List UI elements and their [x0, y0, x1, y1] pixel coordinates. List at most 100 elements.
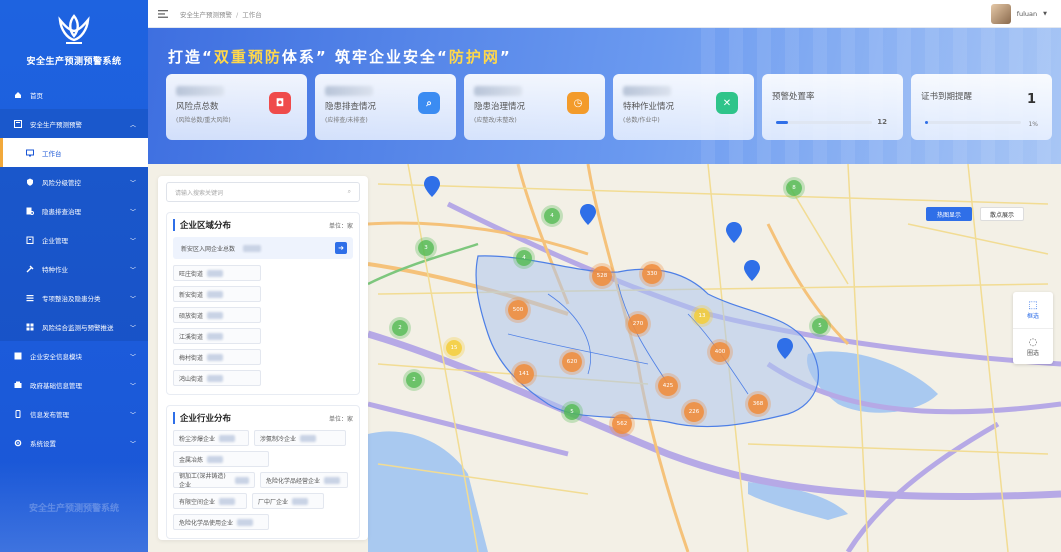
tag-label: 厂中厂企业 — [258, 498, 289, 506]
stat-card-warning-rate[interactable]: 预警处置率 12 — [762, 74, 903, 140]
sidebar-item-hazard[interactable]: 隐患排查治理 ﹀ — [0, 196, 148, 225]
tag-label: 钢加工(深井铸造)企业 — [179, 473, 226, 489]
map-cluster-marker[interactable]: 330 — [642, 264, 662, 284]
sidebar-item-label: 系统设置 — [30, 439, 56, 448]
arrow-right-icon[interactable]: ➜ — [335, 242, 347, 254]
sidebar-item-special-rectify[interactable]: 专项整治及隐患分类 ﹀ — [0, 283, 148, 312]
map-cluster-marker[interactable]: 2 — [406, 372, 422, 388]
map-cluster-marker[interactable]: 400 — [710, 342, 730, 362]
blurred-value — [237, 518, 254, 526]
sidebar-group-prediction: 安全生产预测预警 ︿ 工作台 风险分级管控 ﹀ 隐患排查治理 ﹀ 企业管理 ﹀ … — [0, 109, 148, 341]
filter-tag[interactable]: 粉尘涉爆企业 — [173, 430, 249, 446]
sidebar-item-label: 信息发布管理 — [30, 410, 69, 419]
sidebar-item-workbench[interactable]: 工作台 — [0, 138, 148, 167]
map-cluster-marker[interactable]: 3 — [418, 240, 434, 256]
chevron-down-icon: ﹀ — [129, 238, 136, 245]
filter-tag[interactable]: 涉氨制冷企业 — [254, 430, 346, 446]
blurred-value — [219, 434, 236, 442]
search-input[interactable]: 请输入搜索关键词 ⌕ — [166, 182, 360, 202]
section-title: 企业区域分布 — [173, 219, 231, 231]
sidebar-item-publish[interactable]: 信息发布管理 ﹀ — [0, 399, 148, 428]
region-section: 企业区域分布 单位：家 新安区入网企业总数 ➜ 旺庄街道 新安街道 硕放街道 江溪街道… — [166, 212, 360, 395]
filter-tag[interactable]: 危险化学品经营企业 — [260, 472, 348, 488]
sidebar-item-prediction[interactable]: 安全生产预测预警 ︿ — [0, 109, 148, 138]
info-icon — [14, 352, 22, 360]
building-icon — [26, 236, 34, 244]
map-cluster-marker[interactable]: 5 — [564, 404, 580, 420]
map-cluster-marker[interactable]: 13 — [694, 308, 710, 324]
map-cluster-marker[interactable]: 15 — [446, 340, 462, 356]
location-pin-icon — [744, 260, 760, 281]
region-total-row[interactable]: 新安区入网企业总数 ➜ — [173, 237, 353, 259]
map-cluster-marker[interactable]: 8 — [786, 180, 802, 196]
desk-icon — [26, 149, 34, 157]
chevron-down-icon: ﹀ — [129, 412, 136, 419]
filter-tag[interactable]: 硕放街道 — [173, 307, 261, 323]
tool-icon — [26, 265, 34, 273]
sidebar-item-enterprise-info[interactable]: 企业安全信息模块 ﹀ — [0, 341, 148, 370]
filter-tag[interactable]: 新安街道 — [173, 286, 261, 302]
map-cluster-marker[interactable]: 620 — [562, 352, 582, 372]
stat-card-risk[interactable]: 风险点总数 (风险总数/重大风险) ◘ — [166, 74, 307, 140]
sidebar-item-enterprise[interactable]: 企业管理 ﹀ — [0, 225, 148, 254]
sidebar-item-special-work[interactable]: 特种作业 ﹀ — [0, 254, 148, 283]
phone-icon — [14, 409, 22, 418]
sidebar-item-home[interactable]: 首页 — [0, 80, 148, 109]
filter-tag[interactable]: 金属冶炼 — [173, 451, 269, 467]
filter-tag[interactable]: 梅村街道 — [173, 349, 261, 365]
map-cluster-marker[interactable]: 562 — [612, 414, 632, 434]
map-cluster-marker[interactable]: 500 — [508, 300, 528, 320]
map-cluster-marker[interactable]: 4 — [516, 250, 532, 266]
map-cluster-marker[interactable]: 5 — [812, 318, 828, 334]
chevron-down-icon: ﹀ — [129, 441, 136, 448]
radar-icon — [26, 323, 34, 331]
top-header: 安全生产预测预警 / 工作台 fuluan ▼ — [148, 0, 1061, 28]
map-cluster-marker[interactable]: 141 — [514, 364, 534, 384]
menu-toggle-icon[interactable] — [158, 9, 168, 18]
filter-tag[interactable]: 鸿山街道 — [173, 370, 261, 386]
location-pin-icon — [726, 222, 742, 243]
user-menu[interactable]: fuluan ▼ — [990, 4, 1047, 24]
stat-sub: (风险总数/重大风险) — [176, 117, 231, 124]
stat-title: 证书到期提醒 — [921, 92, 973, 102]
map-cluster-marker[interactable]: 226 — [684, 402, 704, 422]
map-cluster-marker[interactable]: 528 — [592, 266, 612, 286]
map-cluster-marker[interactable]: 368 — [748, 394, 768, 414]
blurred-value — [292, 497, 309, 505]
stat-card-inspect[interactable]: 隐患排查情况 (应排查/未排查) ⌕ — [315, 74, 456, 140]
tag-label: 危险化学品使用企业 — [179, 519, 234, 527]
tag-label: 江溪街道 — [179, 333, 204, 341]
tag-label: 旺庄街道 — [179, 270, 204, 278]
blurred-value — [207, 455, 224, 463]
sidebar-item-label: 企业安全信息模块 — [30, 352, 82, 361]
stat-card-cert-expire[interactable]: 证书到期提醒 1 1% — [911, 74, 1052, 140]
filter-tag[interactable]: 钢加工(深井铸造)企业 — [173, 472, 255, 489]
stat-card-fix[interactable]: 隐患治理情况 (应整改/未整改) ◷ — [464, 74, 605, 140]
map-cluster-marker[interactable]: 2 — [392, 320, 408, 336]
filter-tag[interactable]: 有限空间企业 — [173, 493, 247, 509]
filter-panel: 请输入搜索关键词 ⌕ 企业区域分布 单位：家 新安区入网企业总数 ➜ 旺庄街道新… — [158, 176, 368, 540]
filter-tag[interactable]: 江溪街道 — [173, 328, 261, 344]
filter-tag[interactable]: 厂中厂企业 — [252, 493, 324, 509]
blurred-value — [219, 497, 236, 505]
stat-value: 12 — [877, 118, 887, 126]
map-cluster-marker[interactable]: 270 — [628, 314, 648, 334]
search-placeholder: 请输入搜索关键词 — [175, 189, 224, 197]
breadcrumb-item-prediction[interactable]: 安全生产预测预警 — [180, 11, 232, 19]
map-cluster-marker[interactable]: 4 — [544, 208, 560, 224]
blurred-value — [300, 434, 317, 442]
map-cluster-marker[interactable]: 425 — [658, 376, 678, 396]
search-icon[interactable]: ⌕ — [348, 188, 351, 196]
tag-label: 梅村街道 — [179, 354, 204, 362]
sidebar-item-label: 专项整治及隐患分类 — [42, 294, 101, 303]
sidebar-item-settings[interactable]: 系统设置 ﹀ — [0, 428, 148, 457]
chevron-down-icon: ﹀ — [129, 209, 136, 216]
list-icon — [26, 294, 34, 302]
filter-tag[interactable]: 危险化学品使用企业 — [173, 514, 269, 530]
sidebar-item-gov-info[interactable]: 政府基础信息管理 ﹀ — [0, 370, 148, 399]
sidebar-item-monitoring[interactable]: 风险综合监测与预警推送 ﹀ — [0, 312, 148, 341]
sidebar-item-risk-control[interactable]: 风险分级管控 ﹀ — [0, 167, 148, 196]
filter-tag[interactable]: 旺庄街道 — [173, 265, 261, 281]
stat-card-work[interactable]: 特种作业情况 (总数/作业中) ✕ — [613, 74, 754, 140]
region-tags: 旺庄街道新安街道硕放街道江溪街道梅村街道鸿山街道 — [173, 265, 353, 386]
